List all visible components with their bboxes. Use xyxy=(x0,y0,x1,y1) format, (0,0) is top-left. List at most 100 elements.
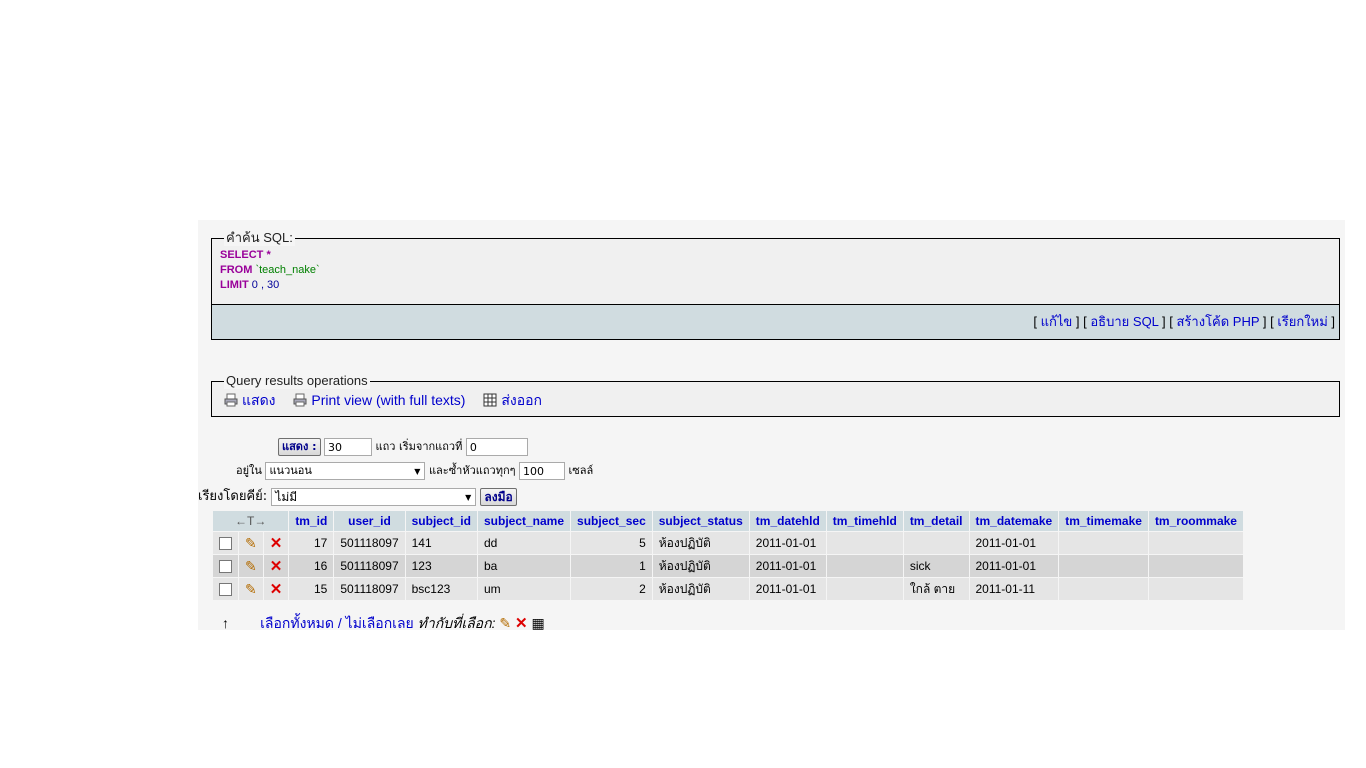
export-link[interactable]: ส่งออก xyxy=(501,392,542,408)
column-header-subject_name[interactable]: subject_name xyxy=(477,511,571,531)
refresh-link[interactable]: เรียกใหม่ xyxy=(1277,314,1327,329)
cell-subject_name: um xyxy=(477,578,571,600)
printer-icon xyxy=(293,393,307,407)
print-view-link[interactable]: แสดง xyxy=(242,392,276,408)
start-row-input[interactable] xyxy=(465,438,528,456)
edit-selected-icon[interactable]: ✎ xyxy=(499,615,511,630)
cell-tm_detail xyxy=(903,532,969,554)
table-row: ✎ ✕ 16 501118097 123 ba 1 ห้องปฏิบัติ 2011-01-01… xyxy=(213,555,1243,577)
cell-tm_detail: ใกล้ ตาย xyxy=(903,578,969,600)
column-header-subject_id[interactable]: subject_id xyxy=(405,511,477,531)
mode-label: อยู่ใน xyxy=(236,464,262,477)
display-mode-form: อยู่ใน แนวนอน และซ้ำหัวแถวทุกๆ เซลล์ xyxy=(236,461,593,480)
column-header-tm_roommake[interactable]: tm_roommake xyxy=(1148,511,1243,531)
repeat-headers-input[interactable] xyxy=(519,462,566,480)
column-header-tm_id[interactable]: tm_id xyxy=(289,511,334,531)
column-header-tm_detail[interactable]: tm_detail xyxy=(903,511,969,531)
sql-query-legend: คำค้น SQL: xyxy=(224,230,295,246)
row-edit-cell[interactable]: ✎ xyxy=(239,555,263,577)
pencil-icon[interactable]: ✎ xyxy=(245,535,257,551)
cell-subject_status: ห้องปฏิบัติ xyxy=(652,532,749,554)
cell-tm_timemake xyxy=(1059,578,1148,600)
query-results-panel: คำค้น SQL: SELECT * FROM `teach_nake` LI… xyxy=(198,220,1345,630)
delete-selected-icon[interactable]: ✕ xyxy=(515,615,528,630)
cell-subject_sec: 1 xyxy=(571,555,652,577)
row-checkbox[interactable] xyxy=(219,537,232,551)
display-rows-form: แสดง : แถว เริ่มจากแถวที่ xyxy=(278,437,528,456)
delete-icon[interactable]: ✕ xyxy=(270,535,283,552)
row-delete-cell[interactable]: ✕ xyxy=(263,555,289,577)
cell-subject_id: 123 xyxy=(405,555,477,577)
cell-user_id: 501118097 xyxy=(334,555,405,577)
cell-tm_timehld xyxy=(826,578,903,600)
column-header-tm_datehld[interactable]: tm_datehld xyxy=(749,511,826,531)
create-php-link[interactable]: สร้างโค้ด PHP xyxy=(1177,314,1260,329)
row-select-cell[interactable] xyxy=(213,532,238,554)
cells-label: เซลล์ xyxy=(568,464,594,477)
cell-tm_datehld: 2011-01-01 xyxy=(749,578,826,600)
column-header-subject_status[interactable]: subject_status xyxy=(652,511,749,531)
cell-subject_id: bsc123 xyxy=(405,578,477,600)
delete-icon[interactable]: ✕ xyxy=(270,558,283,575)
mode-select[interactable]: แนวนอน xyxy=(265,462,426,480)
column-header-tm_timehld[interactable]: tm_timehld xyxy=(826,511,903,531)
table-header-row: ←T→ tm_id user_id subject_id subject_name su… xyxy=(213,511,1243,531)
cell-subject_name: ba xyxy=(477,555,571,577)
sort-label: เรียงโดยคีย์: xyxy=(198,489,268,504)
pencil-icon[interactable]: ✎ xyxy=(245,581,257,597)
bulk-actions: ↑ เลือกทั้งหมด / ไม่เลือกเลย ทำกับที่เลื… xyxy=(222,613,545,630)
sql-line-from: FROM `teach_nake` xyxy=(220,264,320,276)
select-all-link[interactable]: เลือกทั้งหมด / ไม่เลือกเลย xyxy=(260,615,414,630)
column-header-tm_timemake[interactable]: tm_timemake xyxy=(1059,511,1148,531)
column-header-tm_datemake[interactable]: tm_datemake xyxy=(969,511,1059,531)
cell-tm_timemake xyxy=(1059,555,1148,577)
cell-subject_sec: 2 xyxy=(571,578,652,600)
cell-tm_datemake: 2011-01-01 xyxy=(969,555,1059,577)
cell-tm_datemake: 2011-01-11 xyxy=(969,578,1059,600)
cell-tm_roommake xyxy=(1148,555,1243,577)
explain-sql-link[interactable]: อธิบาย SQL xyxy=(1090,314,1158,329)
rows-count-input[interactable] xyxy=(324,438,373,456)
cell-tm_detail: sick xyxy=(903,555,969,577)
results-table: ←T→ tm_id user_id subject_id subject_name su… xyxy=(212,510,1244,601)
cell-subject_sec: 5 xyxy=(571,532,652,554)
sort-key-select[interactable]: ไม่มี xyxy=(271,487,477,506)
delete-icon[interactable]: ✕ xyxy=(270,581,283,598)
row-checkbox[interactable] xyxy=(219,560,232,574)
row-delete-cell[interactable]: ✕ xyxy=(263,578,289,600)
sql-query-fieldset: คำค้น SQL: SELECT * FROM `teach_nake` LI… xyxy=(211,230,1340,305)
cell-tm_roommake xyxy=(1148,578,1243,600)
row-delete-cell[interactable]: ✕ xyxy=(263,532,289,554)
print-full-link[interactable]: Print view (with full texts) xyxy=(311,392,465,408)
query-ops-legend: Query results operations xyxy=(224,373,370,389)
column-resize-arrows[interactable]: ←T→ xyxy=(213,511,289,531)
sql-links-bar: [ แก้ไข ] [ อธิบาย SQL ] [ สร้างโค้ด PHP… xyxy=(211,304,1340,340)
row-select-cell[interactable] xyxy=(213,578,238,600)
cell-user_id: 501118097 xyxy=(334,578,405,600)
cell-tm_timemake xyxy=(1059,532,1148,554)
cell-tm_roommake xyxy=(1148,532,1243,554)
cell-subject_id: 141 xyxy=(405,532,477,554)
table-body: ✎ ✕ 17 501118097 141 dd 5 ห้องปฏิบัติ 2011-01-01… xyxy=(213,532,1243,600)
row-edit-cell[interactable]: ✎ xyxy=(239,532,263,554)
row-select-cell[interactable] xyxy=(213,555,238,577)
go-button[interactable]: ลงมือ xyxy=(480,487,517,506)
table-row: ✎ ✕ 15 501118097 bsc123 um 2 ห้องปฏิบัติ 2011-01… xyxy=(213,578,1243,600)
with-selected-label: ทำกับที่เลือก: xyxy=(417,615,496,630)
row-edit-cell[interactable]: ✎ xyxy=(239,578,263,600)
export-selected-icon[interactable]: ▦ xyxy=(531,615,544,630)
repeat-label: และซ้ำหัวแถวทุกๆ xyxy=(428,464,516,477)
column-header-user_id[interactable]: user_id xyxy=(334,511,405,531)
sort-form: เรียงโดยคีย์: ไม่มี ลงมือ xyxy=(198,485,517,506)
cell-tm_datehld: 2011-01-01 xyxy=(749,555,826,577)
sql-line-limit: LIMIT 0 , 30 xyxy=(220,279,280,291)
pencil-icon[interactable]: ✎ xyxy=(245,558,257,574)
column-header-subject_sec[interactable]: subject_sec xyxy=(571,511,652,531)
table-row: ✎ ✕ 17 501118097 141 dd 5 ห้องปฏิบัติ 2011-01-01… xyxy=(213,532,1243,554)
row-checkbox[interactable] xyxy=(219,583,232,597)
cell-tm_datehld: 2011-01-01 xyxy=(749,532,826,554)
show-button[interactable]: แสดง : xyxy=(278,438,321,456)
sql-line-select: SELECT * xyxy=(220,249,271,261)
edit-sql-link[interactable]: แก้ไข xyxy=(1041,314,1073,329)
cell-user_id: 501118097 xyxy=(334,532,405,554)
